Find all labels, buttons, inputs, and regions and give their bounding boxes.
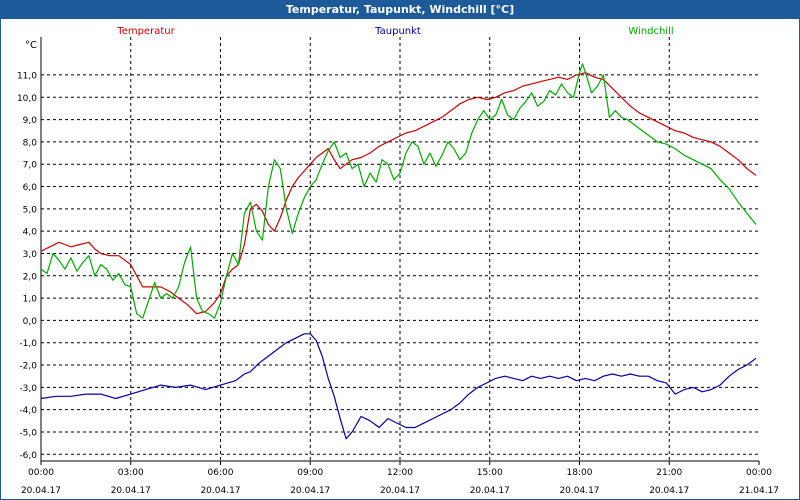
- x-tick-date-label: 20.04.17: [21, 486, 61, 496]
- line-chart: 11,0 10,0 9,0 8,0 7,0 6,0 5,0 4,0 3,0 2,0 1,0 0,0 -1…: [17, 26, 779, 496]
- y-tick-label: 8,0: [23, 138, 38, 148]
- x-tick-time-label: 12:00: [387, 468, 413, 478]
- y-tick-label: 9,0: [23, 116, 38, 126]
- y-tick-label: -2,0: [19, 362, 37, 372]
- x-tick-date-label: 20.04.17: [470, 486, 510, 496]
- series-line-windchill: [40, 63, 757, 319]
- x-tick-time-label: 21:00: [656, 468, 682, 478]
- x-tick-time-label: 09:00: [297, 468, 323, 478]
- x-tick-date-label: 20.04.17: [559, 486, 599, 496]
- y-tick-label: 4,0: [23, 228, 38, 238]
- y-axis-label: °C: [25, 40, 37, 51]
- legend-windchill: Windchill: [628, 26, 673, 37]
- x-tick-time-label: 06:00: [208, 468, 234, 478]
- x-tick-date-label: 20.04.17: [649, 486, 689, 496]
- y-tick-label: 5,0: [23, 205, 38, 215]
- y-tick-label: 2,0: [23, 272, 38, 282]
- y-tick-label: 7,0: [23, 161, 38, 171]
- x-tick-date-label: 20.04.17: [200, 486, 240, 496]
- legend-temperatur: Temperatur: [116, 26, 175, 37]
- y-tick-label: 10,0: [17, 94, 37, 104]
- y-tick-label: 0,0: [23, 317, 38, 327]
- x-tick-date-label: 20.04.17: [380, 486, 420, 496]
- x-tick-date-label: 20.04.17: [111, 486, 151, 496]
- y-tick-label: -1,0: [19, 339, 37, 349]
- series-line-temperatur: [40, 72, 757, 315]
- legend-taupunkt: Taupunkt: [374, 26, 421, 37]
- y-tick-label: 1,0: [23, 295, 38, 305]
- y-tick-label: -4,0: [19, 406, 37, 416]
- x-tick-date-label: 21.04.17: [739, 486, 779, 496]
- y-tick-label: 11,0: [17, 71, 37, 81]
- chart-title: Temperatur, Taupunkt, Windchill [°C]: [1, 1, 799, 19]
- y-tick-label: 3,0: [23, 250, 38, 260]
- x-tick-time-label: 18:00: [567, 468, 593, 478]
- y-tick-label: -6,0: [19, 451, 37, 461]
- y-tick-label: -5,0: [19, 428, 37, 438]
- y-tick-label: -3,0: [19, 384, 37, 394]
- x-tick-time-label: 00:00: [28, 468, 54, 478]
- x-tick-time-label: 15:00: [477, 468, 503, 478]
- y-tick-label: 6,0: [23, 183, 38, 193]
- x-tick-time-label: 00:00: [746, 468, 772, 478]
- x-tick-date-label: 20.04.17: [290, 486, 330, 496]
- chart-window: Temperatur, Taupunkt, Windchill [°C] 11,…: [0, 0, 800, 500]
- series-line-taupunkt: [40, 333, 757, 440]
- x-tick-time-label: 03:00: [118, 468, 144, 478]
